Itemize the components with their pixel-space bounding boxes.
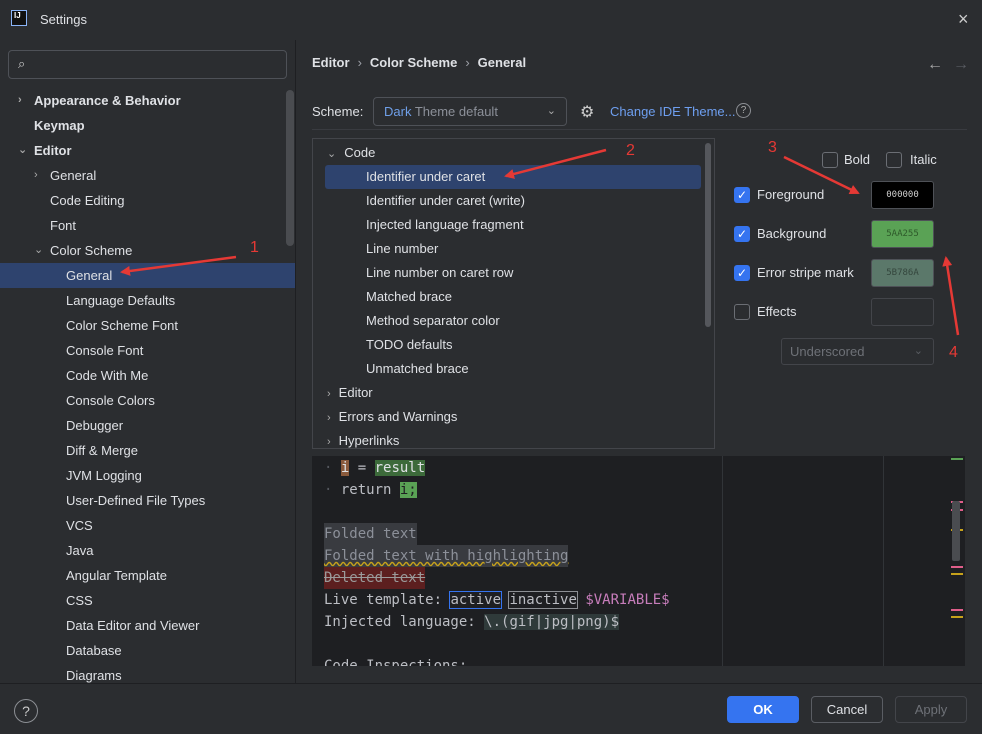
- annotation-arrow-3: [783, 155, 860, 195]
- annotation-overlay: [120, 148, 960, 336]
- annotation-number-2: 2: [626, 142, 635, 159]
- annotation-arrow-1: [120, 255, 237, 276]
- annotation-number-4: 4: [949, 344, 958, 361]
- annotation-number-3: 3: [768, 139, 777, 156]
- annotation-arrow-4: [942, 256, 960, 336]
- annotation-arrow-2: [504, 148, 607, 179]
- annotation-number-1: 1: [250, 239, 259, 256]
